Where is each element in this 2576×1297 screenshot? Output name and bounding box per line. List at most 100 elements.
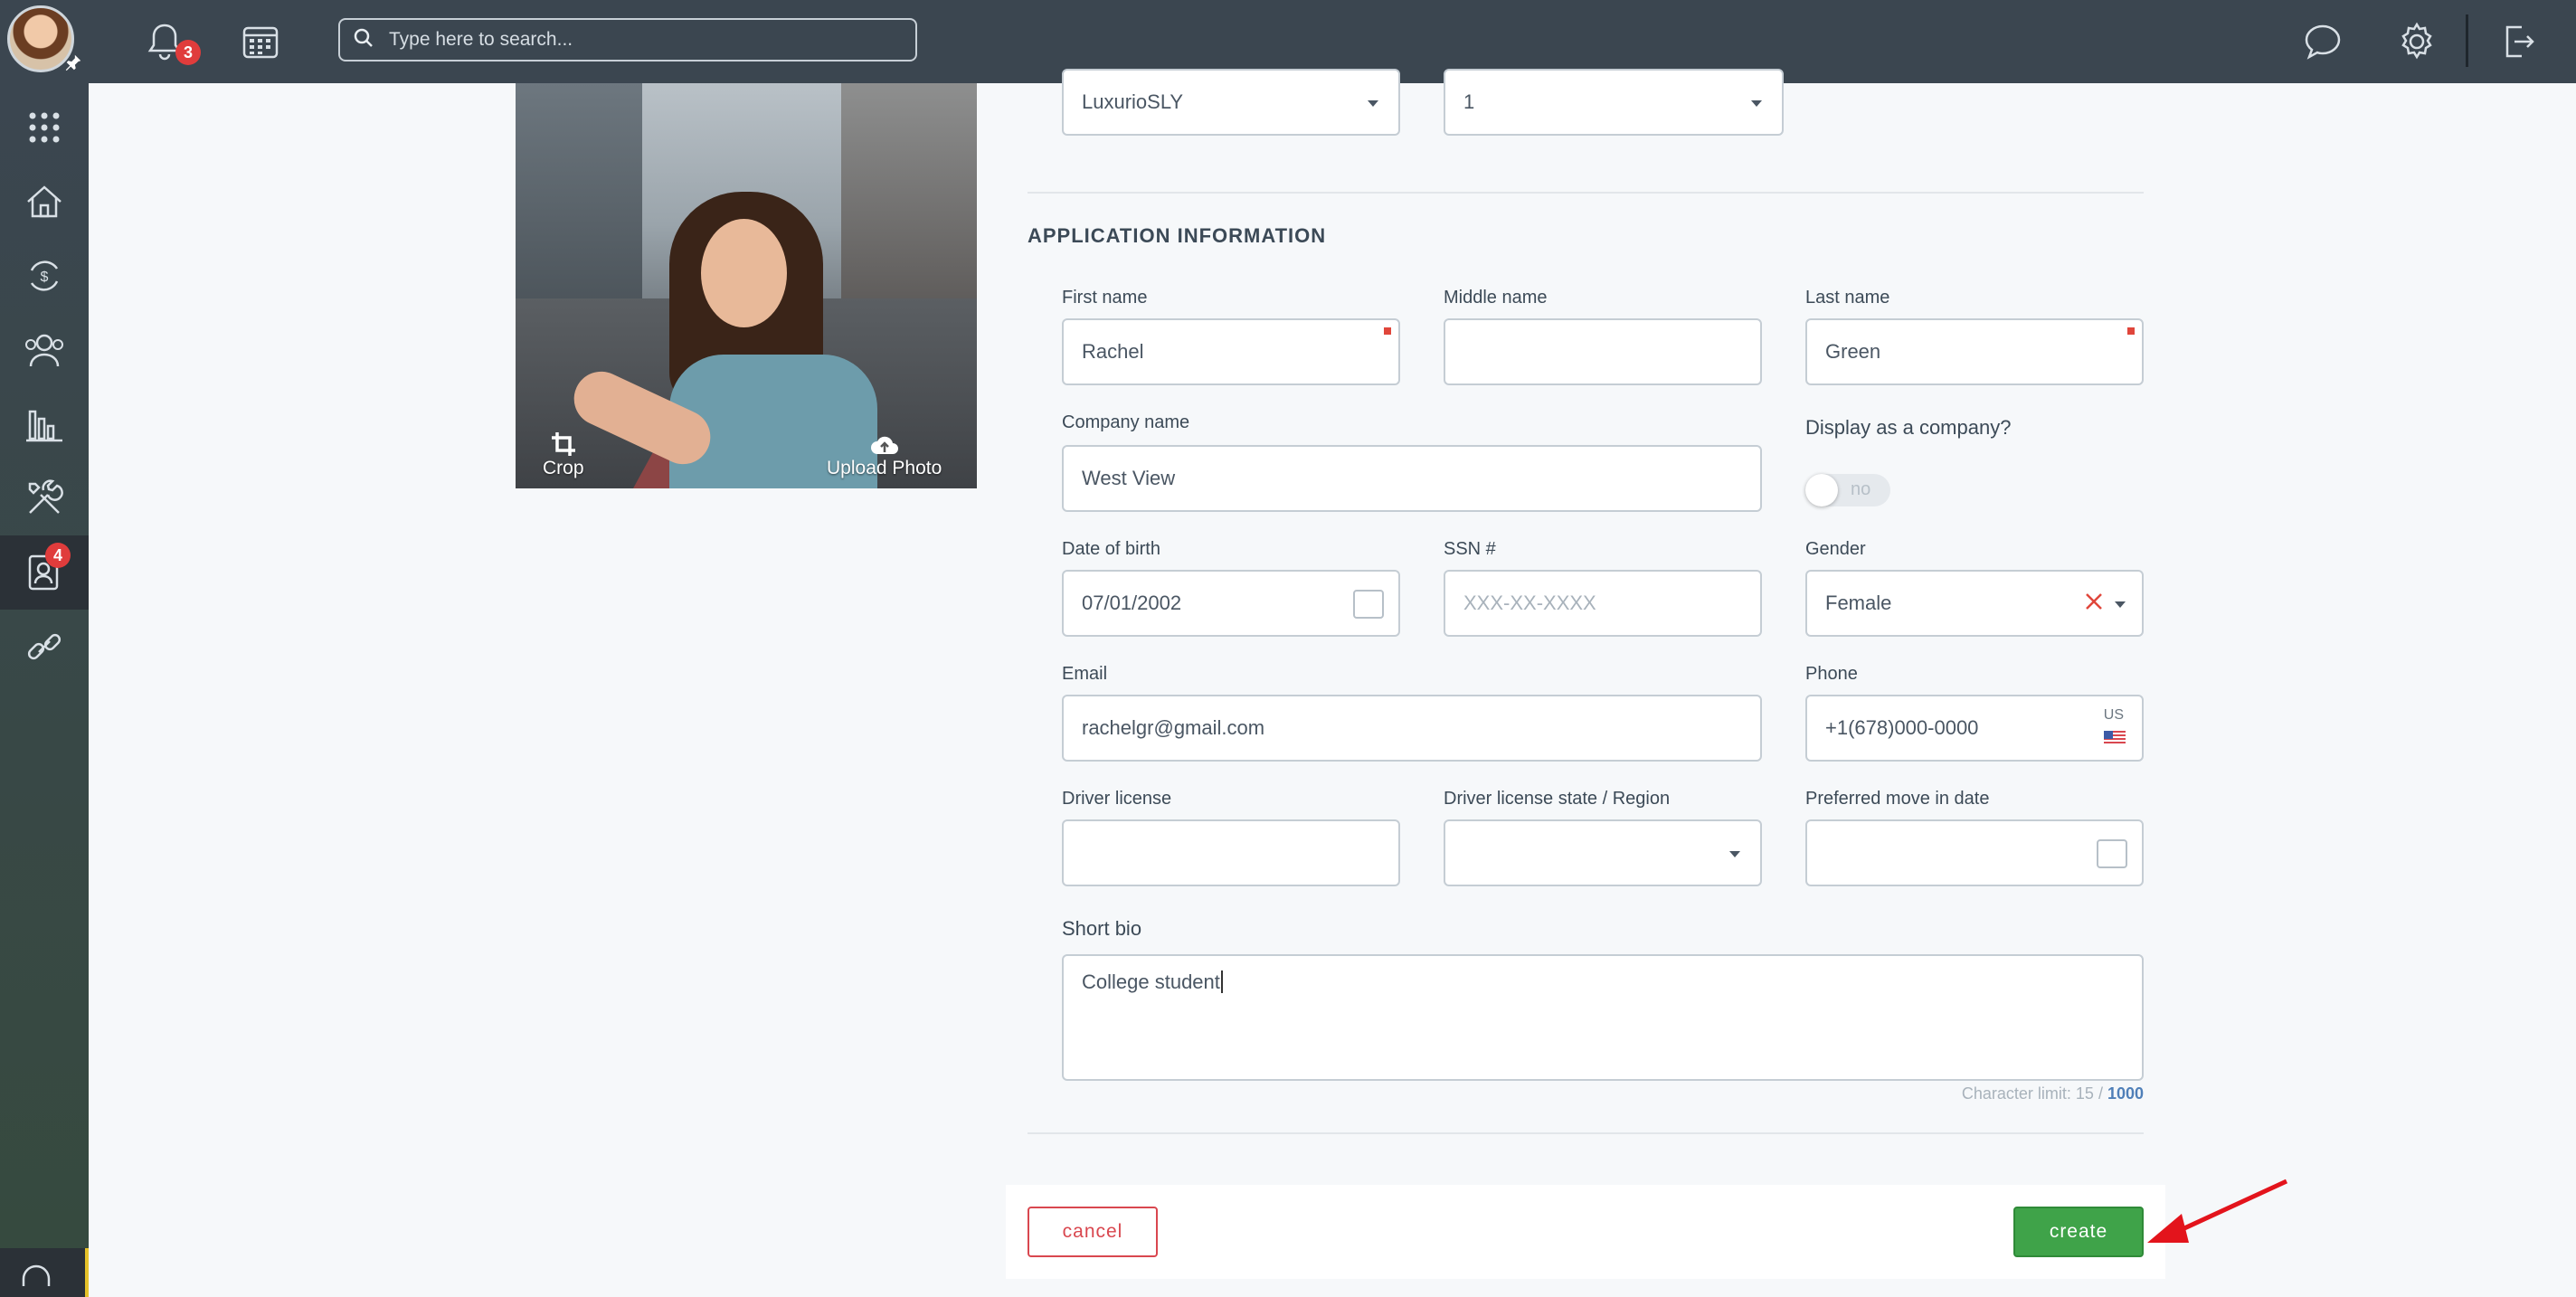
headset-icon bbox=[22, 1264, 51, 1286]
middle-name-label: Middle name bbox=[1444, 288, 1548, 308]
calendar-icon[interactable] bbox=[1353, 590, 1384, 619]
search-icon bbox=[353, 27, 374, 53]
crop-button[interactable]: Crop bbox=[543, 431, 584, 479]
footer-divider bbox=[1028, 1132, 2144, 1134]
display-company-toggle[interactable]: no bbox=[1805, 474, 1890, 506]
last-name-field[interactable]: Green bbox=[1805, 318, 2144, 385]
sidebar-item-payments[interactable]: $ bbox=[0, 239, 89, 313]
users-icon bbox=[25, 334, 63, 367]
first-name-field[interactable]: Rachel bbox=[1062, 318, 1400, 385]
phone-value: +1(678)000-0000 bbox=[1825, 716, 1979, 739]
char-limit: Character limit: 15 / 1000 bbox=[1899, 1084, 2144, 1103]
bell-icon[interactable]: 3 bbox=[139, 16, 201, 67]
sidebar: $ 4 bbox=[0, 83, 89, 1297]
first-name-value: Rachel bbox=[1082, 340, 1144, 363]
email-label: Email bbox=[1062, 664, 1108, 684]
sidebar-item-properties[interactable] bbox=[0, 165, 89, 239]
tools-icon bbox=[28, 479, 63, 514]
country-code[interactable]: US bbox=[2104, 707, 2124, 724]
chevron-down-icon bbox=[2115, 601, 2126, 608]
driver-license-field[interactable] bbox=[1062, 819, 1400, 886]
sidebar-item-apps[interactable] bbox=[0, 90, 89, 165]
upload-photo-button[interactable]: Upload Photo bbox=[827, 434, 942, 479]
clear-icon[interactable] bbox=[2084, 592, 2104, 617]
email-value: rachelgr@gmail.com bbox=[1082, 716, 1265, 739]
calendar-icon[interactable] bbox=[2097, 839, 2127, 868]
char-limit-text: Character limit: 15 / bbox=[1961, 1084, 2107, 1103]
sidebar-item-links[interactable] bbox=[0, 610, 89, 684]
gender-value: Female bbox=[1825, 592, 1892, 614]
dob-field[interactable]: 07/01/2002 bbox=[1062, 570, 1400, 637]
gear-icon[interactable] bbox=[2391, 16, 2442, 67]
dob-value: 07/01/2002 bbox=[1082, 592, 1182, 614]
unit-select-value: 1 bbox=[1463, 90, 1475, 113]
notifications-badge: 3 bbox=[175, 40, 201, 65]
email-field[interactable]: rachelgr@gmail.com bbox=[1062, 695, 1762, 762]
cancel-button[interactable]: cancel bbox=[1028, 1207, 1158, 1257]
driver-license-label: Driver license bbox=[1062, 789, 1172, 809]
company-name-value: West View bbox=[1082, 467, 1176, 489]
phone-field[interactable]: +1(678)000-0000 US bbox=[1805, 695, 2144, 762]
search-box[interactable] bbox=[338, 18, 917, 62]
required-marker bbox=[1384, 327, 1391, 335]
link-icon bbox=[27, 633, 62, 660]
dl-state-label: Driver license state / Region bbox=[1444, 789, 1671, 809]
property-select[interactable]: LuxurioSLY bbox=[1062, 69, 1400, 136]
sidebar-item-maintenance[interactable] bbox=[0, 461, 89, 535]
sidebar-item-support[interactable] bbox=[0, 1248, 89, 1297]
cloud-upload-icon bbox=[870, 436, 898, 454]
display-company-label: Display as a company? bbox=[1805, 416, 2012, 439]
us-flag-icon[interactable] bbox=[2104, 731, 2126, 745]
sidebar-item-people[interactable] bbox=[0, 313, 89, 387]
logout-icon[interactable] bbox=[2493, 16, 2543, 67]
short-bio-value: College student bbox=[1082, 970, 1220, 993]
dob-label: Date of birth bbox=[1062, 539, 1160, 559]
search-input[interactable] bbox=[389, 29, 895, 51]
text-cursor bbox=[1220, 970, 1223, 993]
user-avatar-area[interactable] bbox=[0, 0, 89, 83]
company-name-field[interactable]: West View bbox=[1062, 445, 1762, 512]
short-bio-label: Short bio bbox=[1062, 917, 1142, 940]
section-divider bbox=[1028, 192, 2144, 194]
sidebar-item-reports[interactable] bbox=[0, 387, 89, 461]
crop-icon bbox=[551, 432, 575, 456]
toggle-state: no bbox=[1851, 479, 1871, 499]
phone-label: Phone bbox=[1805, 664, 1858, 684]
last-name-label: Last name bbox=[1805, 288, 1890, 308]
ssn-field[interactable]: XXX-XX-XXXX bbox=[1444, 570, 1762, 637]
unit-select[interactable]: 1 bbox=[1444, 69, 1784, 136]
chat-icon[interactable] bbox=[2297, 16, 2348, 67]
calendar-icon[interactable] bbox=[235, 16, 286, 67]
ssn-label: SSN # bbox=[1444, 539, 1496, 559]
chevron-down-icon bbox=[1751, 100, 1762, 107]
pin-icon[interactable] bbox=[63, 52, 83, 78]
bar-chart-icon bbox=[26, 410, 62, 442]
home-icon bbox=[27, 185, 62, 218]
short-bio-textarea[interactable]: College student bbox=[1062, 954, 2144, 1081]
ssn-placeholder: XXX-XX-XXXX bbox=[1463, 592, 1596, 614]
move-in-label: Preferred move in date bbox=[1805, 789, 1990, 809]
grid-icon bbox=[29, 112, 60, 143]
svg-text:$: $ bbox=[41, 270, 49, 285]
applications-badge: 4 bbox=[45, 543, 71, 568]
create-button[interactable]: create bbox=[2013, 1207, 2144, 1257]
section-title: APPLICATION INFORMATION bbox=[1028, 224, 1327, 247]
required-marker bbox=[2127, 327, 2135, 335]
chevron-down-icon bbox=[1368, 100, 1378, 107]
profile-photo: Crop Upload Photo bbox=[516, 83, 977, 488]
sidebar-item-applications[interactable]: 4 bbox=[0, 535, 89, 610]
last-name-value: Green bbox=[1825, 340, 1881, 363]
char-limit-max: 1000 bbox=[2107, 1084, 2144, 1103]
form-footer bbox=[1006, 1185, 2165, 1279]
upload-photo-label: Upload Photo bbox=[827, 458, 942, 478]
toggle-knob bbox=[1805, 474, 1838, 506]
first-name-label: First name bbox=[1062, 288, 1148, 308]
company-name-label: Company name bbox=[1062, 412, 1190, 432]
middle-name-field[interactable] bbox=[1444, 318, 1762, 385]
move-in-date-field[interactable] bbox=[1805, 819, 2144, 886]
crop-label: Crop bbox=[543, 458, 584, 478]
gender-select[interactable]: Female bbox=[1805, 570, 2144, 637]
dl-state-select[interactable] bbox=[1444, 819, 1762, 886]
money-cycle-icon: $ bbox=[30, 260, 59, 291]
annotation-arrow-icon bbox=[2147, 1179, 2288, 1243]
